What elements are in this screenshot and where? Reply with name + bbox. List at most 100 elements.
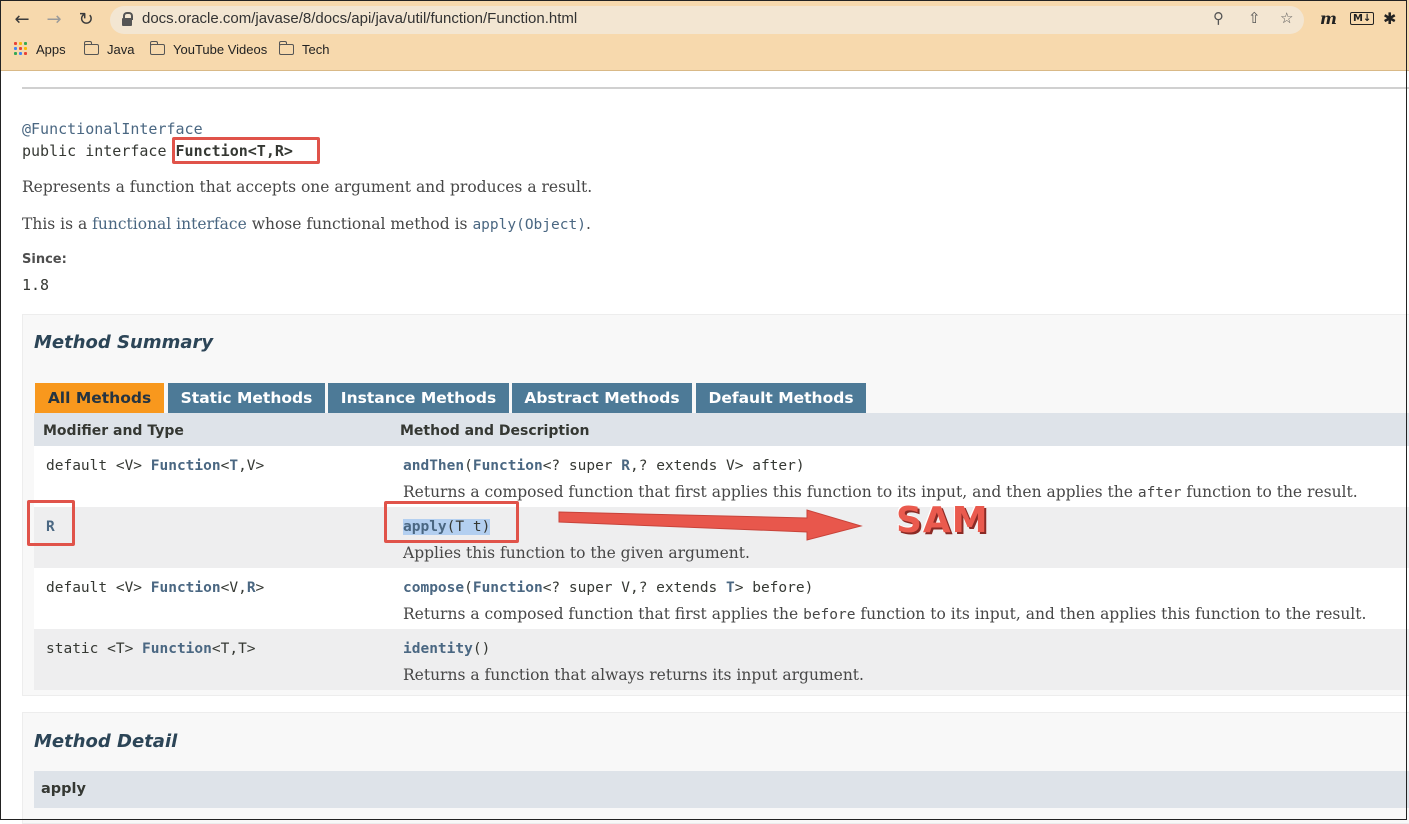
note-text: . [585,215,591,233]
table-header: Modifier and Type Method and Description [34,413,1409,446]
url-text[interactable]: docs.oracle.com/javase/8/docs/api/java/u… [142,10,577,27]
address-bar[interactable]: docs.oracle.com/javase/8/docs/api/java/u… [110,6,1304,34]
sig-text: <? super V,? extends [542,580,727,596]
detail-method-name: apply [41,781,86,797]
bookmark-java[interactable]: Java [83,41,135,57]
divider [22,87,1409,89]
highlight-box-interface-name [172,137,320,164]
type-param-link[interactable]: R [247,580,256,596]
functional-interface-annotation[interactable]: @FunctionalInterface [22,120,203,138]
sig-text: ( [464,580,473,596]
desc-code: after [1137,485,1182,501]
sig-text: <? super [542,458,622,474]
sig-text: ,? extends V> after) [630,458,805,474]
markdown-extension-icon[interactable]: M↓ [1350,12,1375,25]
method-link-compose[interactable]: compose [403,580,464,596]
bookmark-apps[interactable]: Apps [14,42,66,57]
interface-description: Represents a function that accepts one a… [22,178,593,196]
sig-text: ( [464,458,473,474]
table-row: static <T> Function<T,T> identity() Retu… [34,629,1409,690]
desc-text: function to its input, and then applies … [855,605,1367,623]
decl-prefix: public interface [22,142,176,160]
tab-instance-methods[interactable]: Instance Methods [328,383,509,413]
bookmark-label: Java [107,42,135,57]
desc-text: Returns a composed function that first a… [403,483,1138,501]
apps-grid-icon [14,42,28,56]
annotation-text[interactable]: @FunctionalInterface [22,120,203,138]
functional-interface-note: This is a functional interface whose fun… [22,215,591,233]
tab-abstract-methods[interactable]: Abstract Methods [512,383,692,413]
share-icon[interactable]: ⇧ [1248,9,1261,27]
type-text: ,V> [238,458,265,474]
sam-callout-label: SAM [896,500,989,541]
type-param-link[interactable]: R [621,458,630,474]
bookmark-label: Apps [36,42,66,57]
bookmark-label: YouTube Videos [173,42,268,57]
method-signature-cell: identity() [403,641,490,657]
folder-icon [149,41,165,55]
back-arrow-icon[interactable]: ← [10,8,34,32]
bookmark-label: Tech [302,42,330,57]
sig-text: > before) [734,580,814,596]
method-summary-title: Method Summary [34,332,214,353]
tab-static-methods[interactable]: Static Methods [168,383,325,413]
type-text: default <V> [46,580,151,596]
bookmark-tech[interactable]: Tech [278,41,330,57]
type-text: static <T> [46,641,143,657]
function-type-link[interactable]: Function [142,641,212,657]
table-row: default <V> Function<T,V> andThen(Functi… [34,446,1409,507]
tab-all-methods[interactable]: All Methods [35,383,164,413]
method-signature-cell: andThen(Function<? super R,? extends V> … [403,458,805,474]
desc-text: Returns a composed function that first a… [403,605,804,623]
tab-default-methods[interactable]: Default Methods [696,383,866,413]
function-type-link[interactable]: Function [473,458,543,474]
method-signature-cell: compose(Function<? super V,? extends T> … [403,580,813,596]
function-type-link[interactable]: Function [473,580,543,596]
col-method-description: Method and Description [400,423,590,439]
callout-arrow-icon [558,509,863,541]
method-description: Returns a composed function that first a… [403,483,1358,501]
method-description: Applies this function to the given argum… [403,544,750,562]
type-text: default <V> [46,458,151,474]
table-row: default <V> Function<V,R> compose(Functi… [34,568,1409,629]
extensions-puzzle-icon[interactable]: ✱ [1383,9,1396,28]
since-value: 1.8 [22,276,50,294]
method-description: Returns a composed function that first a… [403,605,1366,623]
modifier-type-cell: default <V> Function<T,V> [46,458,264,474]
method-description: Returns a function that always returns i… [403,666,864,684]
modifier-type-cell: default <V> Function<V,R> [46,580,264,596]
bookmark-youtube-videos[interactable]: YouTube Videos [149,41,268,57]
functional-interface-link[interactable]: functional interface [92,215,247,233]
type-text: <V, [220,580,247,596]
desc-text: function to the result. [1181,483,1358,501]
lock-icon [122,12,133,26]
desc-code: before [803,607,856,623]
function-type-link[interactable]: Function [151,458,221,474]
forward-arrow-icon[interactable]: → [42,8,66,32]
method-detail-title: Method Detail [34,731,178,752]
function-type-link[interactable]: Function [151,580,221,596]
zoom-icon[interactable]: ⚲ [1213,9,1224,27]
reload-icon[interactable]: ↻ [74,8,98,32]
note-text: whose functional method is [246,215,473,233]
type-text: > [255,580,265,596]
apply-object-link[interactable]: apply(Object) [472,217,586,233]
method-detail-header: apply [34,771,1409,808]
highlight-box-apply [384,501,519,543]
method-link-andthen[interactable]: andThen [403,458,464,474]
browser-toolbar: ← → ↻ docs.oracle.com/javase/8/docs/api/… [0,0,1409,71]
extension-m-icon[interactable]: m [1320,9,1337,28]
modifier-type-cell: static <T> Function<T,T> [46,641,256,657]
sig-text: () [472,641,491,657]
type-text: <T,T> [211,641,256,657]
method-link-identity[interactable]: identity [403,641,473,657]
col-modifier-type: Modifier and Type [43,423,184,439]
type-param-link[interactable]: T [229,458,238,474]
folder-icon [278,41,294,55]
highlight-box-return-type [27,500,75,546]
bookmark-star-icon[interactable]: ☆ [1280,9,1293,27]
type-param-link[interactable]: T [726,580,735,596]
since-label: Since: [22,252,67,267]
note-text: This is a [22,215,93,233]
folder-icon [83,41,99,55]
